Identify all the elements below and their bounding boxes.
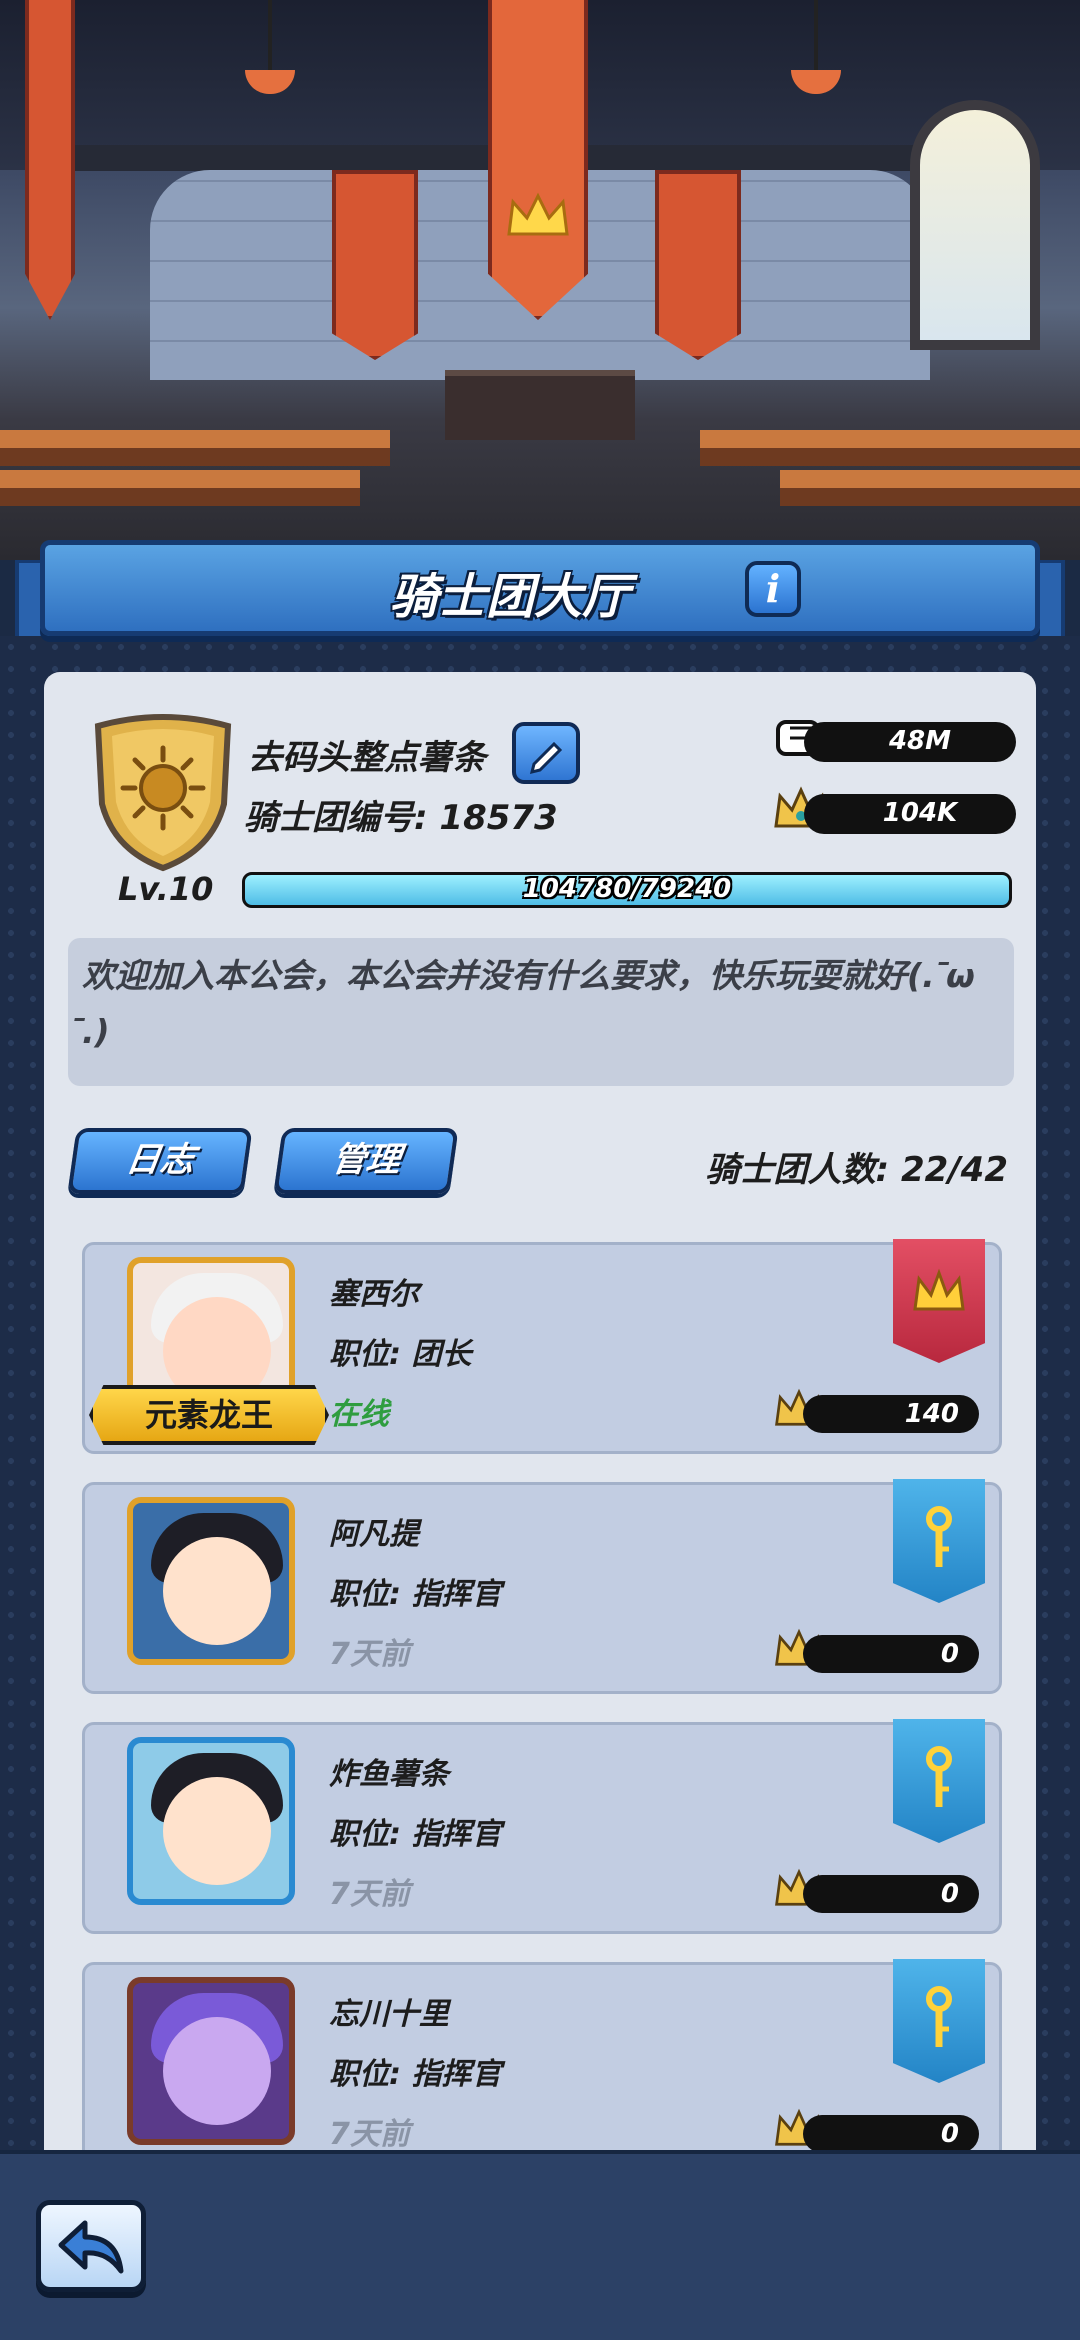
- member-status: 7天前: [329, 1637, 410, 1672]
- avatar-face: [163, 1777, 271, 1885]
- hall-table: [700, 430, 1080, 466]
- power-stat-value: 48M: [888, 726, 952, 756]
- back-button[interactable]: [36, 2200, 146, 2292]
- member-power: 0: [803, 1875, 979, 1913]
- avatar-face: [163, 2017, 271, 2125]
- member-role: 职位: 指挥官: [329, 1577, 502, 1612]
- hanging-lamp: [814, 0, 818, 70]
- key-icon: [926, 1506, 952, 1567]
- page-title: 骑士团大厅: [389, 569, 630, 625]
- member-name: 阿凡提: [329, 1517, 419, 1552]
- member-name: 忘川十里: [329, 1997, 449, 2032]
- guild-xp-text: 104780/79240: [522, 874, 732, 904]
- member-avatar: [127, 1737, 295, 1905]
- key-icon: [926, 1746, 952, 1807]
- member-role: 职位: 团长: [329, 1337, 472, 1372]
- edit-name-button[interactable]: [512, 722, 580, 784]
- crown-banner: [488, 0, 588, 320]
- member-card[interactable]: 忘川十里 职位: 指挥官 7天前 0: [82, 1959, 1002, 2172]
- member-name: 炸鱼薯条: [329, 1757, 449, 1792]
- member-power: 140: [803, 1395, 979, 1433]
- member-role: 职位: 指挥官: [329, 1817, 502, 1852]
- bottom-bar: [0, 2150, 1080, 2340]
- dragon-banner: [332, 170, 418, 360]
- member-power: 0: [803, 1635, 979, 1673]
- member-status: 7天前: [329, 1877, 410, 1912]
- hall-banner: [25, 0, 75, 320]
- member-power: 0: [803, 2115, 979, 2153]
- officer-flag: [893, 1719, 985, 1843]
- power-stat: 48M: [804, 722, 1016, 762]
- crown-stat-value: 104K: [882, 798, 958, 828]
- title-badge: 元素龙王: [89, 1385, 329, 1445]
- info-icon: i: [765, 566, 781, 611]
- officer-flag: [893, 1959, 985, 2083]
- guild-panel: 去码头整点薯条 骑士团编号: 18573 48M 104K Lv.10 1047…: [44, 672, 1036, 2172]
- hall-table: [0, 470, 360, 506]
- guild-id: 骑士团编号: 18573: [244, 798, 558, 838]
- member-avatar: [127, 1977, 295, 2145]
- member-role: 职位: 指挥官: [329, 2057, 502, 2092]
- hall-table: [780, 470, 1080, 506]
- info-button[interactable]: i: [745, 561, 801, 617]
- hall-table: [0, 430, 390, 466]
- member-name: 塞西尔: [329, 1277, 419, 1312]
- guild-level: Lv.10: [118, 870, 214, 908]
- hall-window: [910, 100, 1040, 350]
- back-arrow-icon: [58, 2220, 124, 2274]
- guild-emblem-icon: [94, 714, 232, 872]
- officer-flag: [893, 1479, 985, 1603]
- crown-trident-icon: [913, 1268, 965, 1311]
- hanging-lamp: [268, 0, 272, 70]
- member-card[interactable]: 炸鱼薯条 职位: 指挥官 7天前 0: [82, 1719, 1002, 1934]
- member-card[interactable]: 阿凡提 职位: 指挥官 7天前 0: [82, 1479, 1002, 1694]
- dragon-banner: [655, 170, 741, 360]
- leader-flag: [893, 1239, 985, 1363]
- key-icon: [926, 1986, 952, 2047]
- guild-xp-bar: 104780/79240: [242, 872, 1012, 908]
- member-status: 在线: [329, 1397, 389, 1432]
- member-status: 7天前: [329, 2117, 410, 2152]
- pencil-icon: [529, 741, 563, 775]
- manage-button[interactable]: 管理: [273, 1128, 459, 1194]
- guild-name: 去码头整点薯条: [248, 738, 486, 778]
- guild-notice: 欢迎加入本公会，本公会并没有什么要求，快乐玩耍就好(. ̄ω ̄.): [68, 938, 1014, 1086]
- hall-altar: [445, 370, 635, 440]
- title-ribbon: 骑士团大厅 i: [15, 540, 1065, 647]
- crown-emblem-icon: [507, 192, 569, 236]
- avatar-face: [163, 1537, 271, 1645]
- member-count: 骑士团人数: 22/42: [705, 1150, 1008, 1190]
- member-card[interactable]: 元素龙王 塞西尔 职位: 团长 在线 140: [82, 1239, 1002, 1454]
- crown-stat: 104K: [804, 794, 1016, 834]
- log-button[interactable]: 日志: [67, 1128, 253, 1194]
- hall-background: [0, 0, 1080, 560]
- member-avatar: [127, 1497, 295, 1665]
